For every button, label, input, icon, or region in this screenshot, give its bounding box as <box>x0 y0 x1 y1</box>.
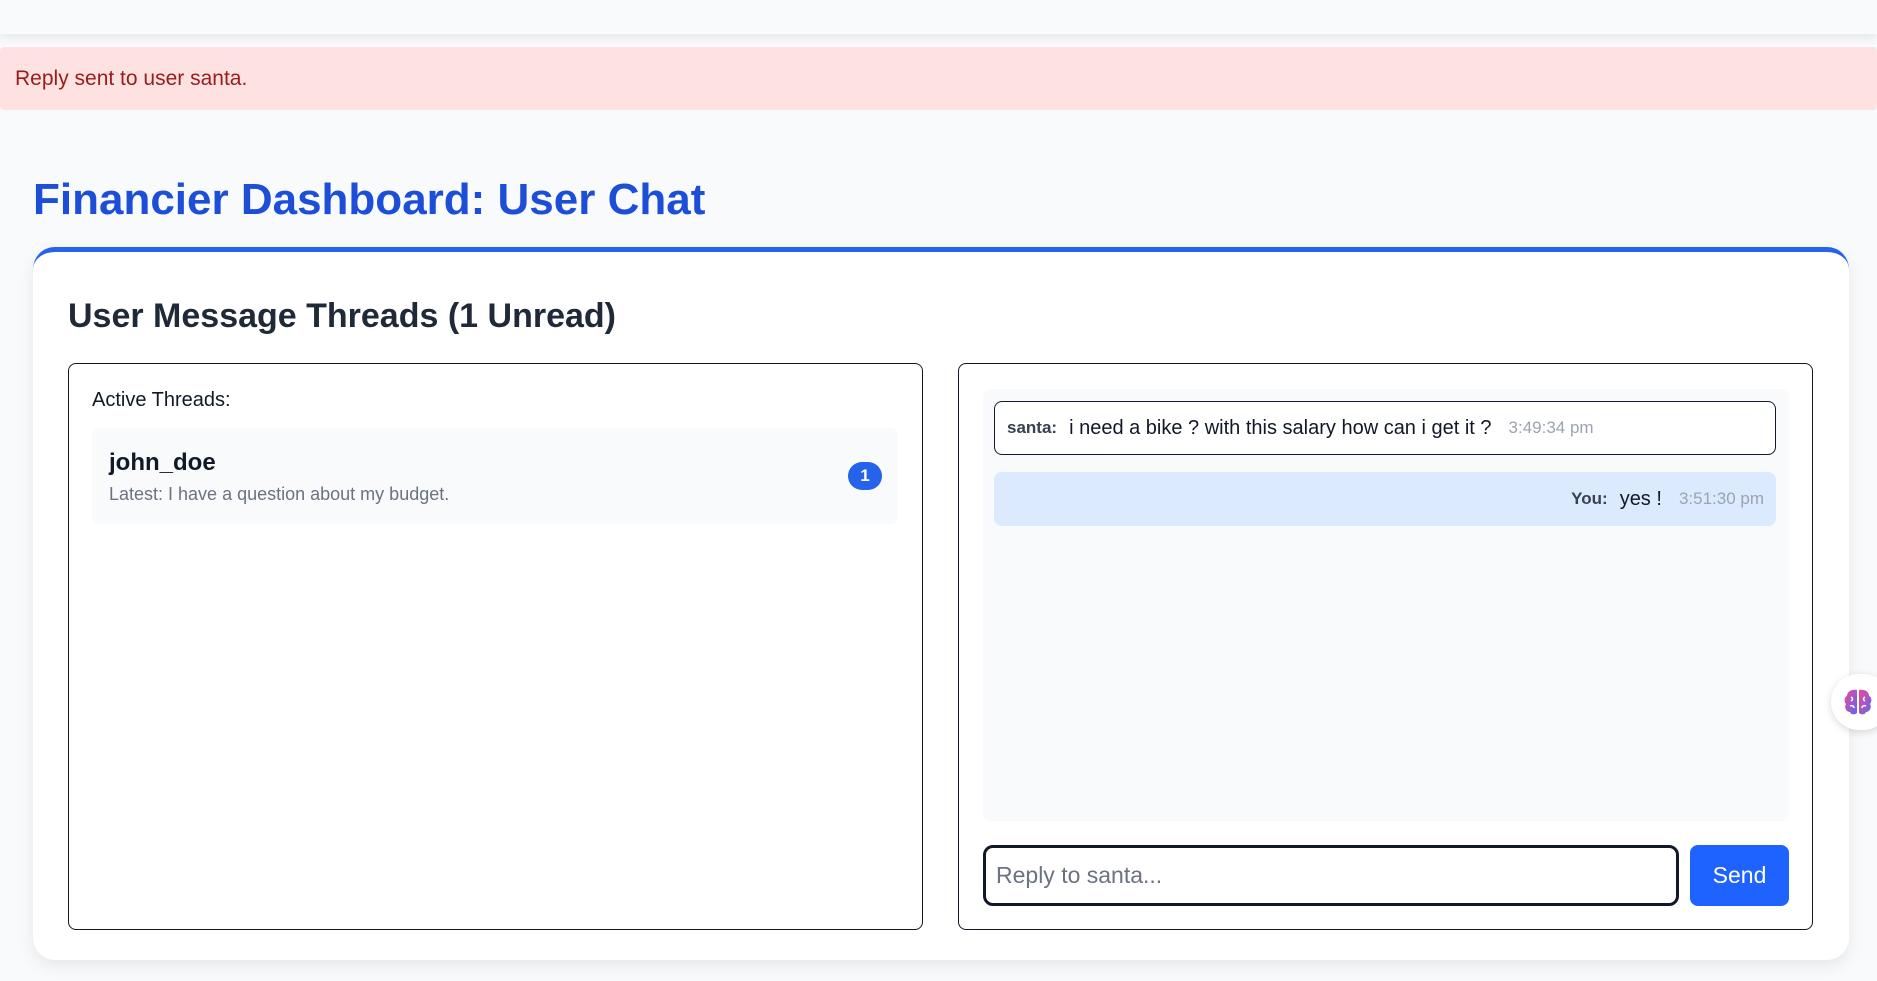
unread-badge: 1 <box>848 462 882 490</box>
message-time: 3:49:34 pm <box>1508 418 1594 437</box>
page-title: Financier Dashboard: User Chat <box>33 175 706 224</box>
flash-message-text: Reply sent to user santa. <box>15 66 248 90</box>
message-sender: You: <box>1571 489 1608 508</box>
message-time: 3:51:30 pm <box>1678 489 1764 508</box>
brain-icon <box>1844 689 1872 715</box>
threads-card: User Message Threads (1 Unread) Active T… <box>33 247 1849 960</box>
message-sender: santa: <box>1007 418 1058 437</box>
flash-message: Reply sent to user santa. <box>0 47 1877 110</box>
top-bar <box>0 0 1877 34</box>
threads-panel: Active Threads: john_doe Latest: I have … <box>68 363 923 930</box>
send-button[interactable]: Send <box>1690 845 1789 906</box>
chat-messages-area[interactable]: santa: i need a bike ? with this salary … <box>983 389 1789 821</box>
message-text: i need a bike ? with this salary how can… <box>1069 416 1492 439</box>
message-outgoing: You: yes ! 3:51:30 pm <box>994 472 1776 526</box>
active-threads-label: Active Threads: <box>92 389 231 411</box>
message-incoming: santa: i need a bike ? with this salary … <box>994 401 1776 455</box>
thread-name: john_doe <box>109 449 216 476</box>
chat-panel: santa: i need a bike ? with this salary … <box>958 363 1813 930</box>
thread-latest-message: Latest: I have a question about my budge… <box>109 484 450 504</box>
reply-input[interactable] <box>983 845 1679 906</box>
message-text: yes ! <box>1619 487 1662 510</box>
card-title: User Message Threads (1 Unread) <box>68 297 616 335</box>
thread-item-john-doe[interactable]: john_doe Latest: I have a question about… <box>92 428 898 524</box>
